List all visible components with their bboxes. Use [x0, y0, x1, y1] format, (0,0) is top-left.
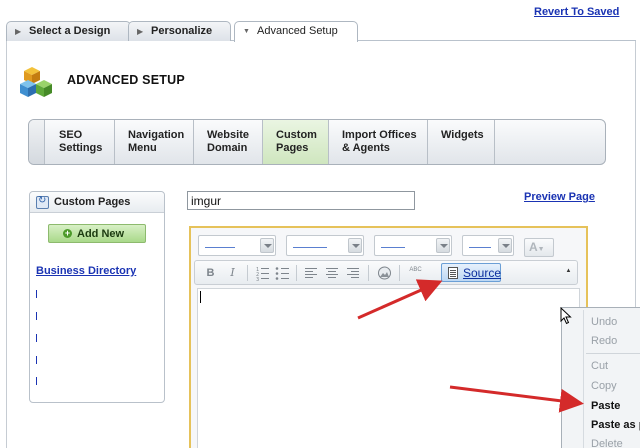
rich-text-editor: A▼ B I 1 2 3 ABC Source ▲: [189, 226, 588, 448]
list-item[interactable]: [36, 290, 39, 298]
custom-pages-header: Custom Pages: [30, 192, 164, 213]
nav-left-cap: [29, 120, 45, 164]
chevron-down-icon[interactable]: [260, 238, 274, 253]
top-tab-bar: ▶ Select a Design ▶ Personalize ▼ Advanc…: [6, 21, 636, 42]
source-button[interactable]: Source: [441, 263, 501, 282]
advanced-setup-nav: SEO Settings Navigation Menu Website Dom…: [28, 119, 606, 165]
select-placeholder: [381, 247, 405, 248]
select-placeholder: [205, 247, 235, 248]
tab-select-a-design[interactable]: ▶ Select a Design: [6, 21, 131, 41]
menu-item-paste-plain[interactable]: Paste as pl: [591, 419, 640, 431]
editor-content-area[interactable]: [197, 288, 580, 448]
nav-item-line1: Navigation: [128, 129, 185, 141]
text-caret: [200, 291, 201, 303]
tab-label: Advanced Setup: [257, 25, 338, 37]
chevron-down-icon[interactable]: [436, 238, 450, 253]
context-menu: Undo Redo Cut Copy Paste Paste as pl Del…: [561, 307, 640, 448]
bold-button[interactable]: B: [201, 264, 220, 282]
spellcheck-button[interactable]: ABC: [406, 264, 425, 282]
add-new-button[interactable]: + Add New: [48, 224, 146, 243]
editor-basic-toolbar: B I 1 2 3 ABC Source ▲: [194, 260, 578, 285]
plus-circle-icon: +: [63, 228, 72, 238]
menu-item-paste[interactable]: Paste: [591, 400, 620, 412]
page-title: ADVANCED SETUP: [67, 73, 185, 87]
list-item[interactable]: [36, 312, 39, 320]
menu-gutter: [583, 310, 584, 448]
toolbar-separator: [296, 265, 297, 281]
tab-label: Select a Design: [29, 25, 111, 37]
numbered-list-icon[interactable]: 1 2 3: [253, 264, 272, 282]
tab-arrow-icon: ▶: [15, 27, 22, 36]
custom-pages-title: Custom Pages: [54, 196, 131, 208]
toolbar-separator: [368, 265, 369, 281]
spellcheck-icon: ABC: [409, 267, 422, 273]
menu-item-undo[interactable]: Undo: [591, 316, 617, 328]
source-document-icon: [448, 267, 458, 279]
bullet-list-icon[interactable]: [273, 264, 292, 282]
toolbar-separator: [247, 265, 248, 281]
italic-button[interactable]: I: [223, 264, 242, 282]
list-item[interactable]: [36, 356, 39, 364]
nav-item-import-offices[interactable]: Import Offices & Agents: [329, 120, 428, 164]
nav-item-line2: Settings: [59, 142, 103, 154]
font-color-label: A: [529, 240, 538, 254]
refresh-page-icon: [36, 195, 49, 209]
page-name-input[interactable]: [187, 191, 415, 210]
nav-item-widgets[interactable]: Widgets: [428, 120, 495, 164]
collapse-toolbar-icon[interactable]: ▲: [564, 267, 573, 276]
revert-to-saved-link[interactable]: Revert To Saved: [534, 6, 619, 18]
align-left-icon[interactable]: [302, 264, 321, 282]
cubes-logo-icon: [20, 67, 52, 97]
align-center-icon[interactable]: [323, 264, 342, 282]
nav-item-line1: SEO: [59, 129, 83, 141]
style-select[interactable]: [462, 235, 514, 256]
tab-label: Personalize: [151, 25, 213, 37]
list-item[interactable]: [36, 377, 39, 385]
nav-item-line1: Website: [207, 129, 249, 141]
nav-item-custom-pages[interactable]: Custom Pages: [263, 120, 329, 164]
tab-personalize[interactable]: ▶ Personalize: [128, 21, 231, 41]
tab-advanced-setup[interactable]: ▼ Advanced Setup: [234, 21, 358, 42]
insert-image-icon[interactable]: [375, 264, 394, 282]
list-item[interactable]: [36, 334, 39, 342]
custom-pages-panel: Custom Pages + Add New Business Director…: [29, 191, 165, 403]
font-color-dropdown-icon: ▼: [537, 246, 545, 253]
format-select[interactable]: [198, 235, 276, 256]
menu-item-delete[interactable]: Delete: [591, 438, 623, 448]
nav-item-line1: Custom: [276, 129, 317, 141]
tab-arrow-down-icon: ▼: [243, 28, 250, 35]
menu-item-redo[interactable]: Redo: [591, 335, 617, 347]
chevron-down-icon[interactable]: [348, 238, 362, 253]
svg-text:3: 3: [256, 277, 259, 282]
tab-arrow-icon: ▶: [137, 27, 144, 36]
menu-separator: [586, 353, 640, 354]
toolbar-separator: [399, 265, 400, 281]
mouse-pointer-icon: [560, 307, 572, 325]
preview-page-link[interactable]: Preview Page: [524, 191, 595, 203]
font-select[interactable]: [286, 235, 364, 256]
select-placeholder: [469, 247, 491, 248]
nav-item-line1: Import Offices: [342, 129, 417, 141]
nav-item-website-domain[interactable]: Website Domain: [194, 120, 263, 164]
nav-item-line1: Widgets: [441, 129, 484, 141]
align-right-icon[interactable]: [344, 264, 363, 282]
size-select[interactable]: [374, 235, 452, 256]
nav-item-line2: Domain: [207, 142, 248, 154]
add-new-label: Add New: [77, 228, 125, 240]
source-label: Source: [463, 266, 502, 280]
select-placeholder: [293, 247, 327, 248]
menu-item-cut[interactable]: Cut: [591, 360, 608, 372]
nav-item-seo-settings[interactable]: SEO Settings: [46, 120, 115, 164]
font-color-button[interactable]: A▼: [524, 238, 554, 257]
nav-item-line2: Pages: [276, 142, 309, 154]
page-link-business-directory[interactable]: Business Directory: [36, 265, 136, 277]
nav-item-navigation-menu[interactable]: Navigation Menu: [115, 120, 194, 164]
editor-format-toolbar: A▼: [194, 231, 583, 257]
nav-item-line2: Menu: [128, 142, 157, 154]
chevron-down-icon[interactable]: [498, 238, 512, 253]
nav-item-line2: & Agents: [342, 142, 390, 154]
menu-item-copy[interactable]: Copy: [591, 380, 617, 392]
